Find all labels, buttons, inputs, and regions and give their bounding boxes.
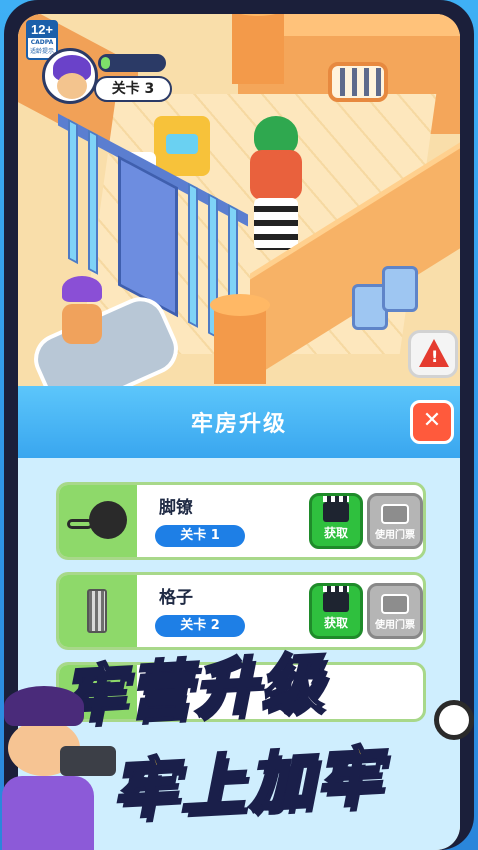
use-ticket-label: 使用门票	[375, 530, 415, 541]
ball-and-chain-icon	[89, 501, 127, 539]
ticket-icon	[381, 504, 409, 524]
video-clapper-icon	[323, 496, 349, 522]
panel-header: 牢房升级 ✕	[18, 386, 460, 458]
item-thumbnail	[59, 485, 137, 557]
guard-character	[58, 276, 108, 346]
warning-button[interactable]	[408, 330, 458, 378]
handcuffs-icon	[434, 700, 474, 740]
player-hud: 关卡 3	[42, 48, 172, 106]
ticket-icon	[381, 594, 409, 614]
item-level: 关卡 1	[155, 525, 245, 547]
age-rating-org: CADPA	[30, 39, 54, 46]
level-progress-fill	[101, 57, 111, 69]
get-button[interactable]: 获取	[309, 493, 363, 549]
pistol-icon	[60, 746, 116, 776]
item-name: 脚镣	[159, 498, 193, 518]
police-cap-icon	[4, 686, 84, 726]
video-clapper-icon	[323, 586, 349, 612]
pillar	[228, 14, 288, 84]
close-button[interactable]: ✕	[410, 400, 454, 444]
panel-title: 牢房升级	[190, 412, 287, 437]
item-name: 格子	[159, 588, 193, 608]
pillar	[210, 294, 270, 384]
barred-window	[328, 62, 388, 102]
level-progress-bar	[98, 54, 166, 72]
prisoner-character	[246, 116, 316, 256]
use-ticket-button[interactable]: 使用门票	[367, 493, 423, 549]
police-officer-mascot	[0, 686, 120, 850]
get-button-label: 获取	[323, 526, 348, 540]
toilet	[154, 116, 210, 176]
upgrade-item-shackles: 脚镣 关卡 1 获取 使用门票	[56, 482, 426, 560]
promo-subheadline: 牢上加牢	[109, 738, 388, 829]
age-rating: 12+	[28, 22, 56, 38]
warning-icon	[419, 339, 449, 367]
level-label: 关卡 3	[94, 76, 172, 102]
promo-banner: 牢营升级 牢上加牢	[0, 620, 478, 850]
avatar[interactable]	[42, 48, 98, 104]
prison-cell-scene[interactable]: 12+ CADPA 适龄提示 关卡 3	[18, 14, 460, 386]
chair	[382, 266, 418, 312]
